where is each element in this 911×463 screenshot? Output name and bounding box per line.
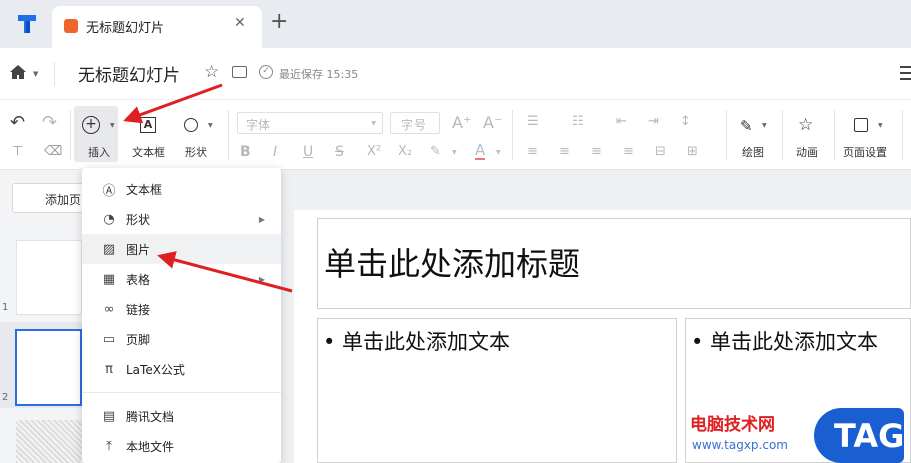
arrow-to-image: [157, 251, 293, 293]
annotation-arrows: [123, 83, 293, 293]
watermark-url: www.tagxp.com: [692, 438, 788, 452]
arrow-to-insert: [123, 83, 223, 124]
watermark: 电脑技术网 www.tagxp.com TAG: [690, 408, 911, 463]
tag-badge-text: TAG: [834, 417, 905, 455]
tag-badge: TAG: [814, 408, 904, 463]
watermark-site: 电脑技术网: [690, 415, 775, 435]
